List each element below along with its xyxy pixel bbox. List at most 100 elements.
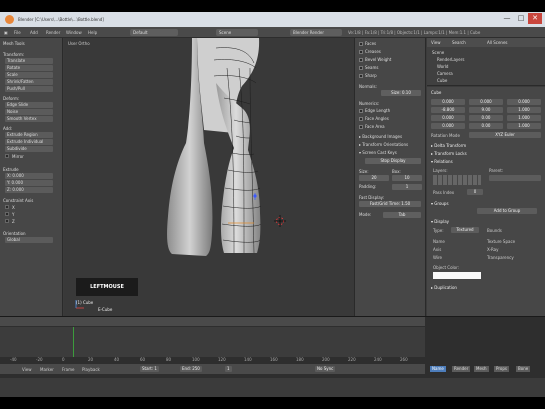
object-name[interactable]: Cube <box>431 90 441 95</box>
axis-x-checkbox[interactable] <box>5 205 9 209</box>
layout-select[interactable]: Default <box>130 29 178 36</box>
extrude-region-button[interactable]: Extrude Region <box>5 132 53 138</box>
info-editor-icon[interactable]: ▣ <box>4 30 8 35</box>
display-texture-space-option[interactable]: Texture Space <box>487 239 515 244</box>
stop-display-button[interactable]: Stop Display <box>365 158 421 164</box>
x-field[interactable]: X: 0.000 <box>5 173 53 179</box>
axis-y-checkbox[interactable] <box>5 212 9 216</box>
scale-x[interactable]: 0.000 <box>507 99 541 105</box>
duplication-section[interactable]: ▸ Duplication <box>431 285 457 290</box>
noise-button[interactable]: Noise <box>5 109 53 115</box>
display-name-option[interactable]: Name <box>433 239 445 244</box>
render-engine-select[interactable]: Blender Render <box>290 29 342 36</box>
overlay-faces[interactable]: Faces <box>359 41 376 46</box>
mirror-checkbox[interactable] <box>5 154 9 158</box>
outliner-item-scene[interactable]: Scene <box>432 50 444 55</box>
transform-locks-section[interactable]: ▸ Transform Locks <box>431 151 467 156</box>
display-type-select[interactable]: Textured <box>451 227 479 233</box>
current-frame-field[interactable]: 1 <box>225 366 232 372</box>
mode-select[interactable]: Tab <box>383 212 421 218</box>
layer-buttons[interactable] <box>433 175 481 185</box>
location-x[interactable]: 0.000 <box>431 99 465 105</box>
tab-mesh[interactable]: Mesh <box>474 366 489 372</box>
timeline-marker-menu[interactable]: Marker <box>40 367 54 372</box>
rotation-mode-select[interactable]: XYZ Euler <box>469 132 541 138</box>
rotate-button[interactable]: Rotate <box>5 65 53 71</box>
outliner-item-renderlayers[interactable]: RenderLayers <box>437 57 464 62</box>
numerics-edge-length[interactable]: Edge Length <box>359 108 390 113</box>
maximize-button[interactable]: □ <box>514 13 528 24</box>
3d-viewport[interactable]: User Ortho LEFTMOUSE (1) Cube E-Cube <box>64 38 354 316</box>
delta-transform-section[interactable]: ▸ Delta Transform <box>431 143 466 148</box>
object-color-swatch[interactable] <box>433 272 481 279</box>
overlay-sharp[interactable]: Sharp <box>359 73 377 78</box>
add-to-group-button[interactable]: Add to Group <box>477 208 537 214</box>
outliner-item-camera[interactable]: Camera <box>437 71 453 76</box>
overlay-creases[interactable]: Creases <box>359 49 381 54</box>
tab-props[interactable]: Props <box>494 366 509 372</box>
current-frame-marker[interactable] <box>73 327 74 357</box>
translate-button[interactable]: Translate <box>5 58 53 64</box>
extrude-individual-button[interactable]: Extrude Individual <box>5 139 53 145</box>
outliner-item-cube[interactable]: Cube <box>437 78 447 83</box>
location-y[interactable]: -8.800 <box>431 107 465 113</box>
scene-select[interactable]: Scene <box>216 29 258 36</box>
z-field[interactable]: Z: 0.000 <box>5 187 53 193</box>
timeline-frame-menu[interactable]: Frame <box>62 367 74 372</box>
display-xray-option[interactable]: X-Ray <box>487 247 499 252</box>
box-field[interactable]: 10 <box>392 175 422 181</box>
display-section[interactable]: ▾ Display <box>431 219 449 224</box>
relations-section[interactable]: ▾ Relations <box>431 159 453 164</box>
normals-size-field[interactable]: Size: 0.10 <box>381 90 421 96</box>
padding-field[interactable]: 1 <box>392 184 422 190</box>
display-axis-option[interactable]: Axis <box>433 247 441 252</box>
screen-cast-keys-section[interactable]: ▾ Screen Cast Keys <box>359 150 397 155</box>
edge-slide-button[interactable]: Edge Slide <box>5 102 53 108</box>
numerics-face-angles[interactable]: Face Angles <box>359 116 389 121</box>
location-w[interactable]: 0.000 <box>431 123 465 129</box>
tab-bone[interactable]: Bone <box>516 366 531 372</box>
start-frame-field[interactable]: Start: 1 <box>140 366 159 372</box>
rotation-y[interactable]: 9.00 <box>469 107 503 113</box>
numerics-face-area[interactable]: Face Area <box>359 124 385 129</box>
timeline-playback-menu[interactable]: Playback <box>82 367 100 372</box>
timeline-area[interactable] <box>0 327 425 357</box>
parent-field[interactable] <box>489 175 541 181</box>
rotation-x[interactable]: 0.000 <box>469 99 503 105</box>
display-bounds-option[interactable]: Bounds <box>487 228 502 233</box>
scale-y[interactable]: 1.000 <box>507 107 541 113</box>
timeline-view-menu[interactable]: View <box>22 367 32 372</box>
menu-add[interactable]: Add <box>30 30 38 35</box>
subdivide-button[interactable]: Subdivide <box>5 146 53 152</box>
menu-window[interactable]: Window <box>66 30 82 35</box>
close-button[interactable]: ✕ <box>528 13 542 24</box>
overlay-seams[interactable]: Seams <box>359 65 378 70</box>
rotation-z[interactable]: 0.00 <box>469 115 503 121</box>
outliner-search-menu[interactable]: Search <box>452 40 466 45</box>
sync-select[interactable]: No Sync <box>315 366 336 372</box>
push-pull-button[interactable]: Push/Pull <box>5 86 53 92</box>
pass-index-field[interactable]: 0 <box>467 189 483 195</box>
location-z[interactable]: 0.000 <box>431 115 465 121</box>
menu-help[interactable]: Help <box>88 30 97 35</box>
tab-render[interactable]: Render <box>452 366 471 372</box>
minimize-button[interactable]: — <box>500 13 514 24</box>
size-field[interactable]: 20 <box>359 175 389 181</box>
smooth-vertex-button[interactable]: Smooth Vertex <box>5 116 53 122</box>
end-frame-field[interactable]: End: 250 <box>180 366 202 372</box>
menu-render[interactable]: Render <box>46 30 60 35</box>
overlay-bevel-weight[interactable]: Bevel Weight <box>359 57 391 62</box>
outliner-display-select[interactable]: All Scenes <box>487 40 508 45</box>
groups-section[interactable]: ▾ Groups <box>431 201 449 206</box>
mesh-scene[interactable] <box>64 38 354 316</box>
menu-file[interactable]: File <box>14 30 21 35</box>
tab-name[interactable]: Name <box>430 366 446 372</box>
background-images-section[interactable]: ▸ Background Images <box>359 134 402 139</box>
transform-orientations-section[interactable]: ▸ Transform Orientations <box>359 142 408 147</box>
display-wire-option[interactable]: Wire <box>433 255 442 260</box>
outliner-item-world[interactable]: World <box>437 64 448 69</box>
fast-display-field[interactable]: Fast/Grid Time: 1.50 <box>359 201 421 207</box>
orientation-select[interactable]: Global <box>5 237 53 243</box>
scale-z[interactable]: 1.000 <box>507 115 541 121</box>
display-transparency-option[interactable]: Transparency <box>487 255 514 260</box>
